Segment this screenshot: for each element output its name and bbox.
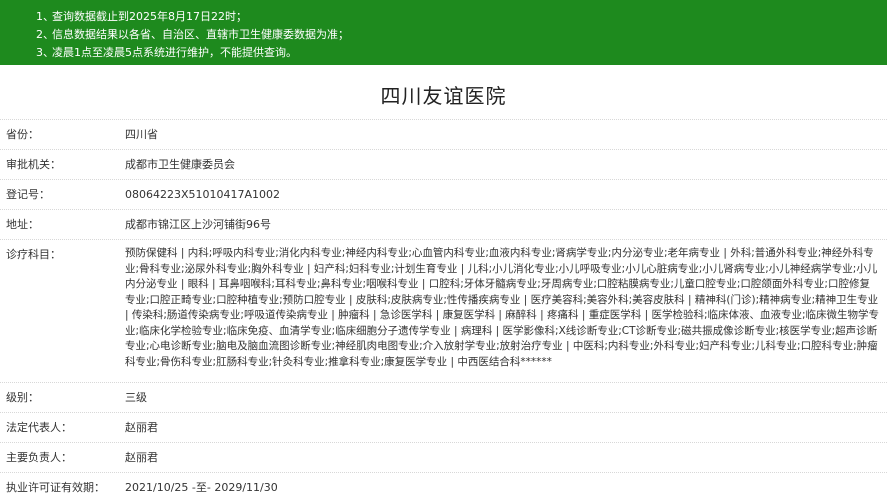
- notice-banner: 1、查询数据截止到2025年8月17日22时； 2、信息数据结果以各省、自治区、…: [0, 0, 887, 65]
- info-row-level: 级别： 三级: [0, 382, 887, 412]
- address-label: 地址：: [6, 218, 39, 231]
- info-row-province: 省份： 四川省: [0, 119, 887, 149]
- level-label: 级别：: [6, 391, 39, 404]
- notice-item-number: 3、: [36, 46, 54, 59]
- info-row-legal-rep: 法定代表人： 赵丽君: [0, 412, 887, 442]
- departments-value: 预防保健科 | 内科;呼吸内科专业;消化内科专业;神经内科专业;心血管内科专业;…: [125, 247, 880, 368]
- notice-item-number: 2、: [36, 28, 54, 41]
- province-value: 四川省: [125, 128, 158, 141]
- province-label: 省份：: [6, 128, 39, 141]
- principal-value: 赵丽君: [125, 451, 158, 464]
- info-row-license-validity: 执业许可证有效期： 2021/10/25 -至- 2029/11/30: [0, 472, 887, 502]
- hospital-info-table: 省份： 四川省 审批机关： 成都市卫生健康委员会 登记号： 08064223X5…: [0, 119, 887, 502]
- principal-label: 主要负责人：: [6, 451, 72, 464]
- notice-item-text: 信息数据结果以各省、自治区、直辖市卫生健康委数据为准；: [52, 28, 349, 41]
- notice-item: 2、信息数据结果以各省、自治区、直辖市卫生健康委数据为准；: [36, 26, 887, 44]
- info-row-approval: 审批机关： 成都市卫生健康委员会: [0, 149, 887, 179]
- info-row-departments: 诊疗科目： 预防保健科 | 内科;呼吸内科专业;消化内科专业;神经内科专业;心血…: [0, 239, 887, 382]
- info-row-principal: 主要负责人： 赵丽君: [0, 442, 887, 472]
- info-row-registration: 登记号： 08064223X51010417A1002: [0, 179, 887, 209]
- notice-item-text: 查询数据截止到2025年8月17日22时；: [52, 10, 247, 23]
- notice-item: 1、查询数据截止到2025年8月17日22时；: [36, 8, 887, 26]
- legal-rep-value: 赵丽君: [125, 421, 158, 434]
- departments-label: 诊疗科目：: [6, 248, 61, 261]
- level-value: 三级: [125, 391, 147, 404]
- notice-item-number: 1、: [36, 10, 54, 23]
- license-validity-value: 2021/10/25 -至- 2029/11/30: [125, 481, 278, 494]
- notice-item-text: 凌晨1点至凌晨5点系统进行维护，不能提供查询。: [52, 46, 297, 59]
- notice-item: 3、凌晨1点至凌晨5点系统进行维护，不能提供查询。: [36, 44, 887, 62]
- registration-value: 08064223X51010417A1002: [125, 188, 281, 201]
- info-row-address: 地址： 成都市锦江区上沙河铺街96号: [0, 209, 887, 239]
- registration-label: 登记号：: [6, 188, 50, 201]
- address-value: 成都市锦江区上沙河铺街96号: [125, 218, 271, 231]
- approval-label: 审批机关：: [6, 158, 61, 171]
- legal-rep-label: 法定代表人：: [6, 421, 72, 434]
- hospital-name-title: 四川友谊医院: [380, 84, 507, 108]
- approval-value: 成都市卫生健康委员会: [125, 158, 235, 171]
- license-validity-label: 执业许可证有效期：: [6, 481, 105, 494]
